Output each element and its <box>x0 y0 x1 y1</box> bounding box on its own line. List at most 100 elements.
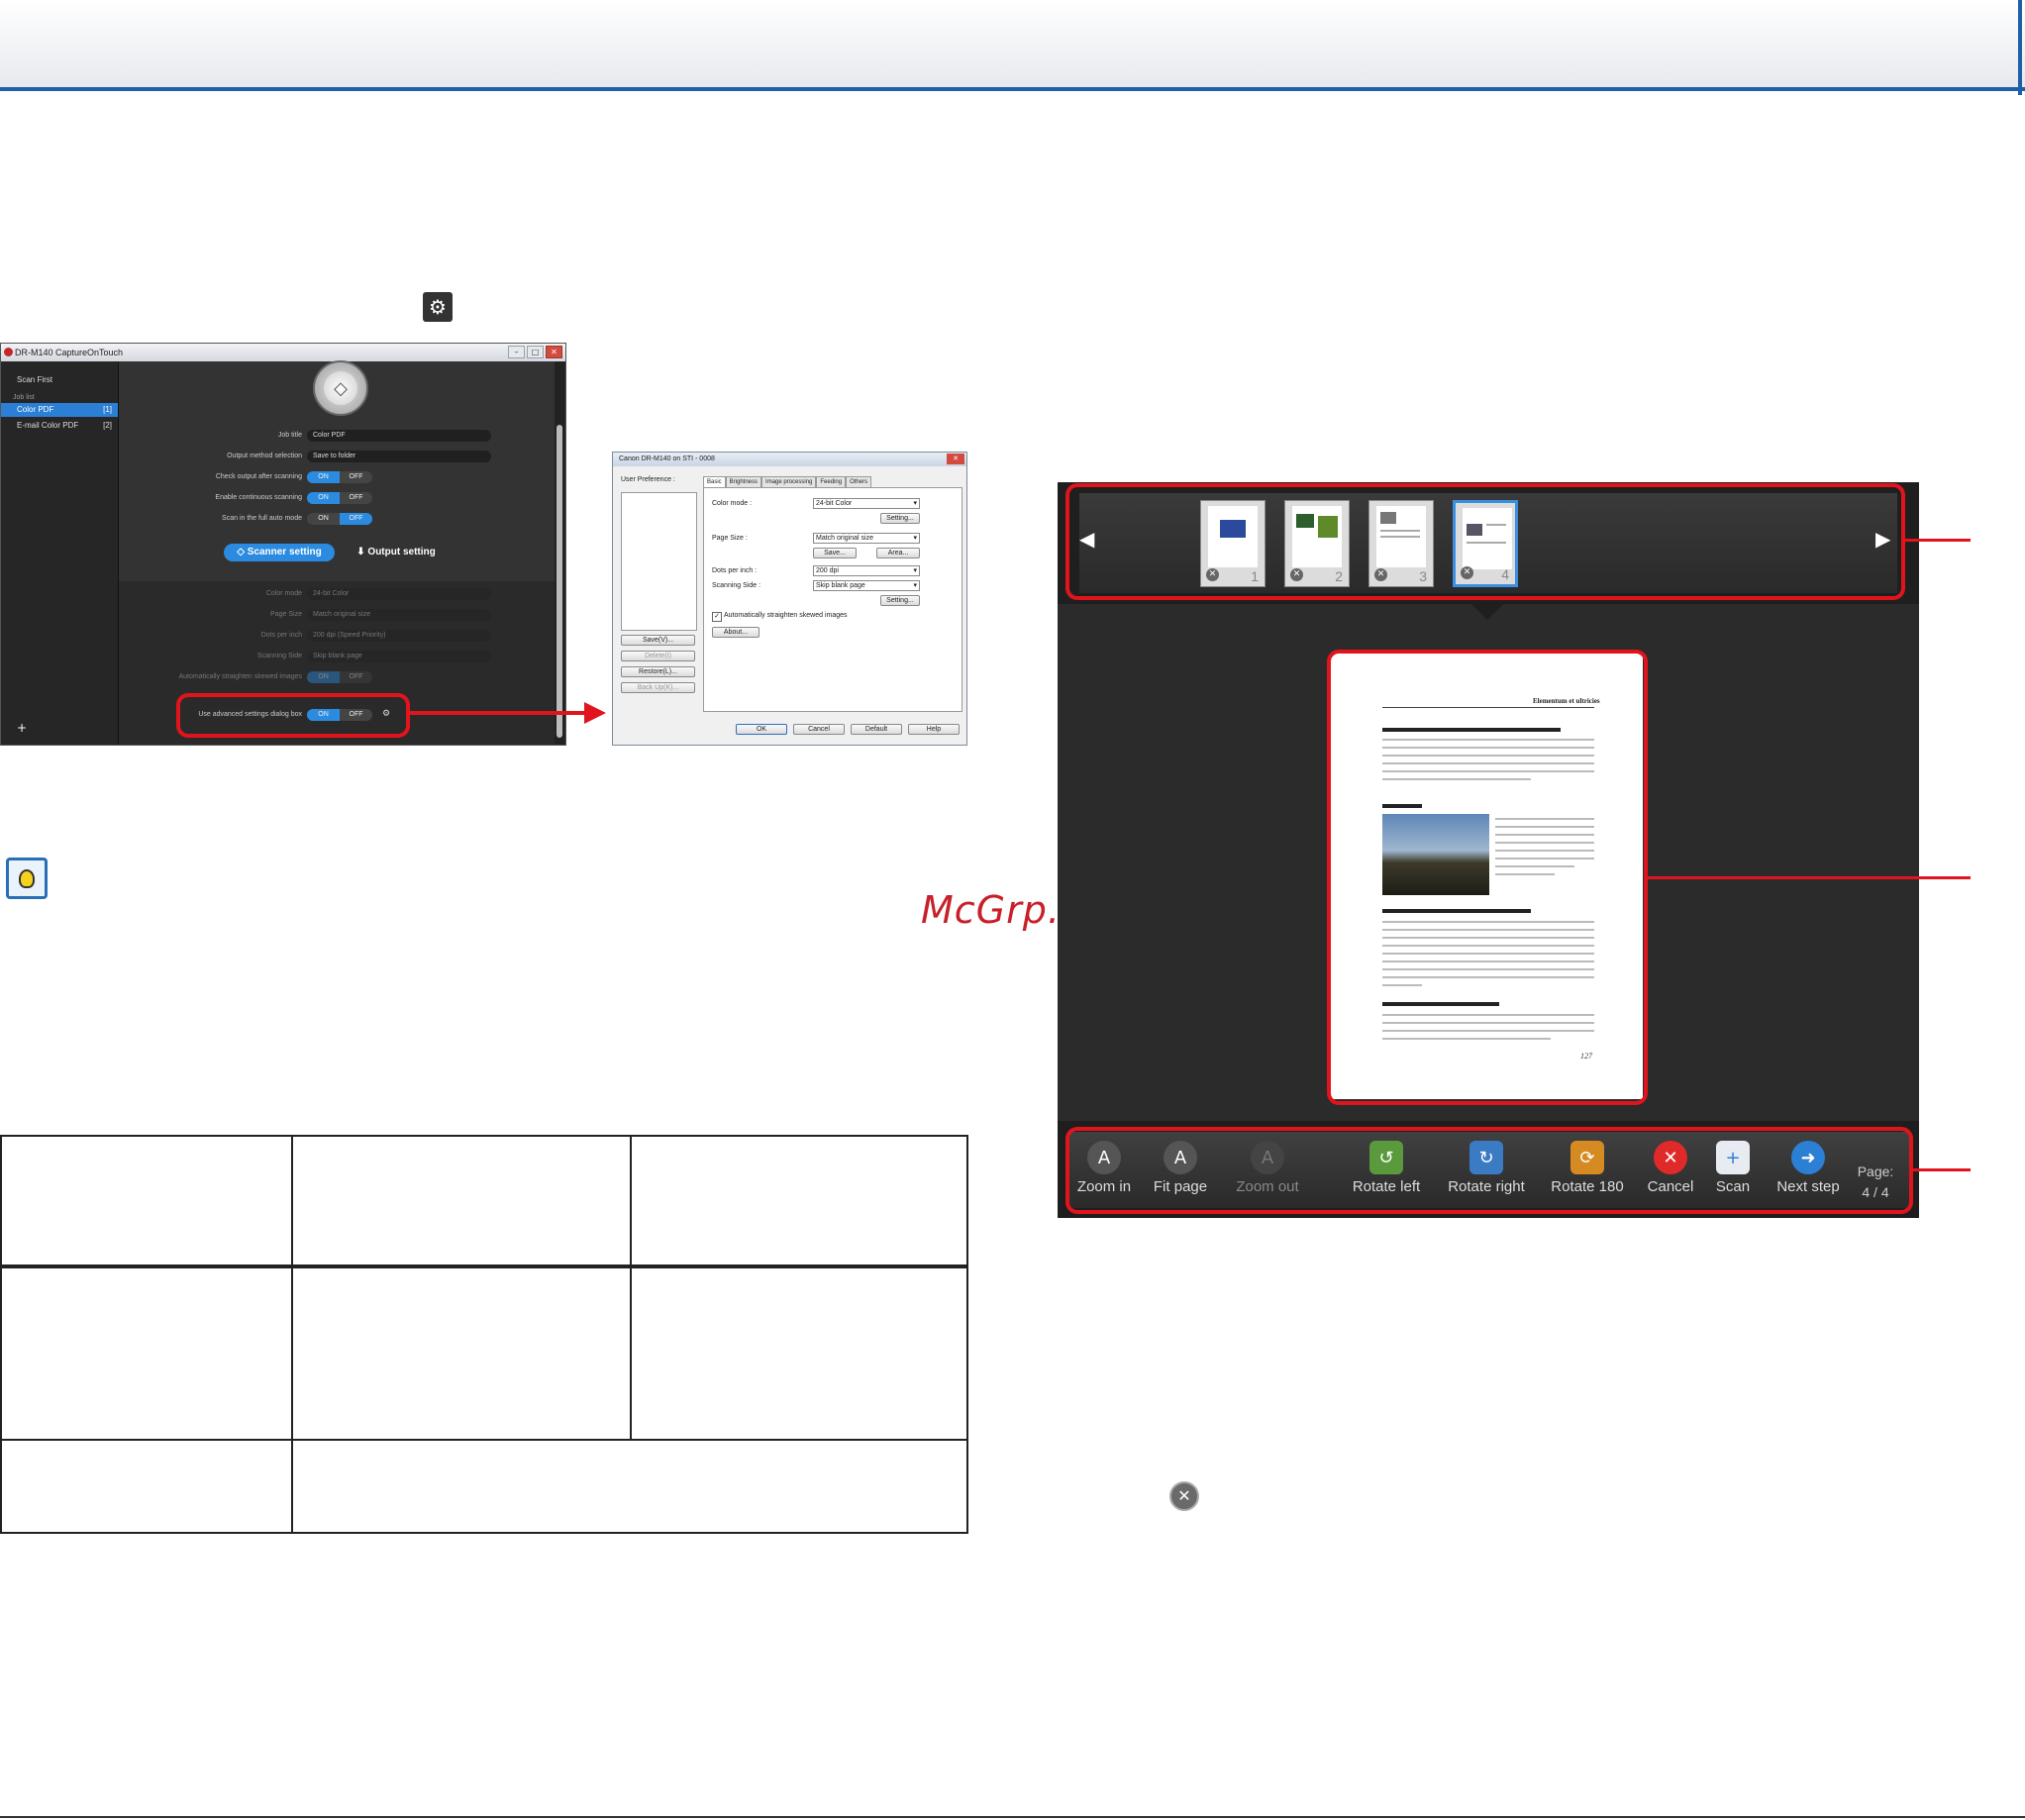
color-mode-select[interactable]: 24-bit Color <box>307 588 491 600</box>
check-output-label: Check output after scanning <box>215 473 302 480</box>
job-item-label: Color PDF <box>17 405 54 414</box>
user-preference-label: User Preference : <box>621 476 675 483</box>
dpi-select[interactable]: 200 dpi (Speed Priority) <box>307 630 491 642</box>
basic-tab-panel: Color mode : 24-bit Color Setting... Pag… <box>703 487 962 712</box>
scanning-side-label: Scanning Side : <box>712 582 761 589</box>
callout-line-toolbar <box>1913 1168 1971 1171</box>
restore-preference-button[interactable]: Restore(L)... <box>621 666 695 677</box>
color-mode-label: Color mode <box>265 590 302 597</box>
highlight-toolbar <box>1065 1127 1913 1214</box>
callout-arrow-line <box>410 711 586 715</box>
full-auto-label: Scan in the full auto mode <box>222 515 302 522</box>
color-mode-label: Color mode : <box>712 500 753 507</box>
deskew-checkbox[interactable]: ✓ <box>712 612 722 622</box>
close-icon[interactable]: ✕ <box>947 454 964 464</box>
job-item-number: [2] <box>103 421 112 430</box>
selected-page-pointer <box>1469 602 1505 620</box>
output-setting-tab[interactable]: ⬇ Output setting <box>345 544 448 561</box>
job-title-label: Job title <box>277 432 302 439</box>
backup-preference-button[interactable]: Back Up(K)... <box>621 682 695 693</box>
page-size-select[interactable]: Match original size <box>813 533 920 544</box>
table-col-divider <box>630 1135 632 1440</box>
job-item-color-pdf[interactable]: Color PDF [1] <box>1 403 118 417</box>
app-logo-icon <box>4 348 13 356</box>
help-button[interactable]: Help <box>908 724 960 735</box>
close-icon[interactable]: ✕ <box>546 346 562 358</box>
deskew-label: Automatically straighten skewed images <box>724 612 848 619</box>
lightbulb-icon <box>19 868 35 888</box>
footer-rule <box>0 1816 2025 1818</box>
color-setting-button[interactable]: Setting... <box>880 513 920 524</box>
delete-page-icon: ✕ <box>1169 1481 1199 1511</box>
job-title-field[interactable]: Color PDF <box>307 430 491 442</box>
scrollbar-thumb[interactable] <box>557 425 562 738</box>
highlight-advanced-settings <box>176 693 410 738</box>
deskew-toggle[interactable]: ON OFF <box>307 671 372 683</box>
continuous-scan-toggle[interactable]: ON OFF <box>307 492 372 504</box>
settings-table <box>0 1135 968 1534</box>
about-button[interactable]: About... <box>712 627 759 638</box>
highlight-page-preview <box>1327 650 1648 1105</box>
job-item-email-color-pdf[interactable]: E-mail Color PDF [2] <box>1 419 118 433</box>
callout-arrowhead <box>584 702 606 724</box>
tab-brightness[interactable]: Brightness <box>725 476 762 487</box>
start-scan-button[interactable]: ◇ <box>313 360 368 416</box>
continuous-scan-label: Enable continuous scanning <box>215 494 302 501</box>
dialog-tabs: Basic Brightness Image processing Feedin… <box>703 476 872 487</box>
scanning-side-select[interactable]: Skip blank page <box>813 580 920 591</box>
callout-line-preview <box>1648 876 1971 879</box>
hint-icon <box>6 858 48 899</box>
dpi-select[interactable]: 200 dpi <box>813 565 920 576</box>
output-setting-label: Output setting <box>367 547 436 557</box>
save-button[interactable]: Save... <box>813 548 857 558</box>
side-setting-button[interactable]: Setting... <box>880 595 920 606</box>
output-method-label: Output method selection <box>227 453 302 459</box>
window-controls: – □ ✕ <box>508 346 562 358</box>
tab-others[interactable]: Others <box>846 476 872 487</box>
toggle-off: OFF <box>349 473 363 480</box>
header-right-rule <box>2018 0 2022 95</box>
deskew-label: Automatically straighten skewed images <box>178 673 302 680</box>
toggle-on: ON <box>307 671 340 683</box>
highlight-thumbnail-strip <box>1065 483 1905 600</box>
table-row-divider <box>0 1439 968 1441</box>
color-mode-select[interactable]: 24-bit Color <box>813 498 920 509</box>
job-sidebar: Scan First Job list Color PDF [1] E-mail … <box>1 361 119 745</box>
maximize-icon[interactable]: □ <box>527 346 544 358</box>
scan-first-item[interactable]: Scan First <box>1 373 118 387</box>
scanner-setting-tab[interactable]: ◇ Scanner setting <box>224 544 335 561</box>
page-size-select[interactable]: Match original size <box>307 609 491 621</box>
scanner-setting-label: Scanner setting <box>247 547 322 557</box>
tab-basic[interactable]: Basic <box>703 476 726 487</box>
dpi-label: Dots per inch <box>260 632 302 639</box>
user-preference-list[interactable] <box>621 492 697 631</box>
delete-preference-button[interactable]: Delete(I) <box>621 651 695 661</box>
default-button[interactable]: Default <box>851 724 902 735</box>
full-auto-toggle[interactable]: ON OFF <box>307 513 372 525</box>
save-preference-button[interactable]: Save(V)... <box>621 635 695 646</box>
page-size-label: Page Size <box>270 611 302 618</box>
dialog-title: Canon DR-M140 on STI - 0008 <box>613 453 966 466</box>
toggle-on: ON <box>307 471 340 483</box>
check-output-toggle[interactable]: ON OFF <box>307 471 372 483</box>
window-title: DR-M140 CaptureOnTouch <box>1 344 565 361</box>
callout-line-thumbnails <box>1905 539 1971 542</box>
area-button[interactable]: Area... <box>876 548 920 558</box>
job-item-number: [1] <box>103 405 112 414</box>
ok-button[interactable]: OK <box>736 724 787 735</box>
tab-feeding[interactable]: Feeding <box>816 476 847 487</box>
add-job-icon[interactable]: + <box>17 721 27 735</box>
start-icon: ◇ <box>324 371 357 405</box>
gear-icon: ⚙ <box>423 292 453 322</box>
scanning-side-select[interactable]: Skip blank page <box>307 651 491 662</box>
minimize-icon[interactable]: – <box>508 346 525 358</box>
output-method-select[interactable]: Save to folder <box>307 451 491 462</box>
toggle-off: OFF <box>340 513 372 525</box>
tab-image-processing[interactable]: Image processing <box>761 476 817 487</box>
scan-first-label: Scan First <box>17 375 53 384</box>
advanced-settings-dialog: Canon DR-M140 on STI - 0008 ✕ User Prefe… <box>612 452 967 746</box>
job-item-label: E-mail Color PDF <box>17 421 79 430</box>
job-list-label: Job list <box>13 394 35 401</box>
page-size-label: Page Size : <box>712 535 748 542</box>
cancel-button[interactable]: Cancel <box>793 724 845 735</box>
